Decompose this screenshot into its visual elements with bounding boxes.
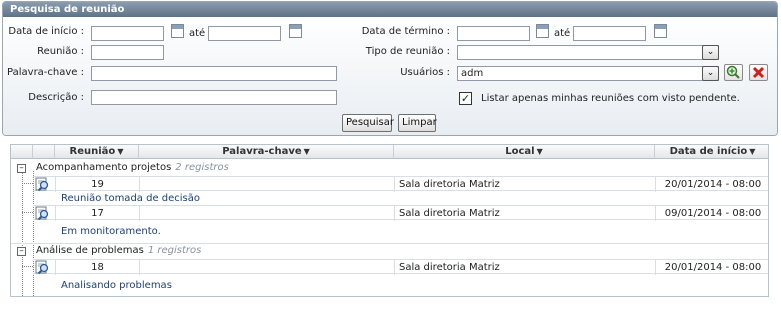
sort-down-icon: ▼ xyxy=(303,147,310,156)
ate-label: até xyxy=(189,28,206,39)
grid-header: Reunião ▼ Palavra-chave ▼ Local ▼ Data de i… xyxy=(11,145,768,159)
magnifier-plus-icon xyxy=(726,65,740,79)
cell-start-date: 20/01/2014 - 08:00 xyxy=(655,260,770,275)
column-header-start-date-label: Data de início xyxy=(669,146,748,157)
meeting-input[interactable] xyxy=(91,45,164,60)
group-count: 1 registros xyxy=(147,245,202,256)
row-description: Em monitoramento. xyxy=(61,226,161,237)
cell-keyword xyxy=(139,260,394,275)
cell-meeting-id: 18 xyxy=(55,260,139,275)
row-description: Reunião tomada de decisão xyxy=(61,193,201,204)
collapse-icon[interactable]: – xyxy=(17,164,26,173)
date-end-to-input[interactable] xyxy=(573,26,646,41)
header-spacer xyxy=(11,145,33,159)
results-grid: Reunião ▼ Palavra-chave ▼ Local ▼ Data de i… xyxy=(10,144,769,297)
tree-line xyxy=(22,171,23,296)
users-select[interactable]: adm ⌄ xyxy=(457,66,719,81)
ate-label: até xyxy=(554,28,571,39)
calendar-icon[interactable] xyxy=(536,24,549,38)
cell-keyword xyxy=(139,177,394,192)
date-start-from-input[interactable] xyxy=(91,26,164,41)
cell-location: Sala diretoria Matriz xyxy=(394,206,655,221)
cell-meeting-id: 19 xyxy=(55,177,139,192)
meeting-details-icon[interactable] xyxy=(35,206,50,221)
meeting-type-label: Tipo de reunião : xyxy=(365,46,450,57)
column-header-location-label: Local xyxy=(505,146,535,157)
group-name: Acompanhamento projetos xyxy=(36,162,172,173)
sort-down-icon: ▼ xyxy=(749,147,756,156)
tree-line xyxy=(22,183,33,184)
column-header-meeting[interactable]: Reunião ▼ xyxy=(55,145,139,159)
date-start-to-input[interactable] xyxy=(208,26,281,41)
cell-location: Sala diretoria Matriz xyxy=(394,177,655,192)
keyword-input[interactable] xyxy=(91,66,337,81)
group-title: Acompanhamento projetos 2 registros xyxy=(36,161,229,175)
search-panel-title: Pesquisa de reunião xyxy=(3,2,777,17)
add-user-icon[interactable] xyxy=(724,64,743,81)
column-header-location[interactable]: Local ▼ xyxy=(394,145,655,159)
date-end-from-input[interactable] xyxy=(457,26,530,41)
date-end-label: Data de término : xyxy=(361,26,450,37)
cell-location: Sala diretoria Matriz xyxy=(394,260,655,275)
header-icon-col xyxy=(33,145,55,159)
tree-line xyxy=(22,212,33,213)
group-row: – Acompanhamento projetos 2 registros xyxy=(11,161,768,175)
group-title: Análise de problemas 1 registros xyxy=(36,244,201,258)
table-row[interactable]: 18 Sala diretoria Matriz 20/01/2014 - 08… xyxy=(33,259,770,275)
pending-checkbox-label: Listar apenas minhas reuniões com visto … xyxy=(481,93,740,104)
column-header-keyword[interactable]: Palavra-chave ▼ xyxy=(139,145,394,159)
table-row[interactable]: 17 Sala diretoria Matriz 09/01/2014 - 08… xyxy=(33,205,770,221)
column-header-start-date[interactable]: Data de início ▼ xyxy=(655,145,770,159)
calendar-icon[interactable] xyxy=(654,24,667,38)
description-input[interactable] xyxy=(91,90,337,105)
keyword-label: Palavra-chave : xyxy=(7,67,84,78)
search-panel: Pesquisa de reunião Data de início : até… xyxy=(2,1,778,136)
clear-button[interactable]: Limpar xyxy=(398,114,437,132)
close-icon xyxy=(752,66,765,79)
meeting-details-icon[interactable] xyxy=(35,177,50,192)
table-row[interactable]: 19 Sala diretoria Matriz 20/01/2014 - 08… xyxy=(33,176,770,192)
chevron-down-icon[interactable]: ⌄ xyxy=(702,45,719,60)
group-count: 2 registros xyxy=(175,162,229,173)
users-label: Usuários : xyxy=(400,67,450,78)
row-description: Analisando problemas xyxy=(61,280,172,291)
group-row: – Análise de problemas 1 registros xyxy=(11,243,768,257)
search-button[interactable]: Pesquisar xyxy=(342,114,394,132)
chevron-down-icon[interactable]: ⌄ xyxy=(702,66,719,81)
users-value: adm xyxy=(461,68,484,79)
calendar-icon[interactable] xyxy=(289,24,302,38)
date-start-label: Data de início : xyxy=(8,26,84,37)
column-header-keyword-label: Palavra-chave xyxy=(222,146,302,157)
remove-icon[interactable] xyxy=(749,64,768,81)
tree-line xyxy=(22,266,33,267)
meeting-details-icon[interactable] xyxy=(35,260,50,275)
calendar-icon[interactable] xyxy=(171,24,184,38)
column-header-meeting-label: Reunião xyxy=(69,146,116,157)
meeting-type-select[interactable]: ⌄ xyxy=(457,45,719,60)
search-form: Data de início : até Data de término : a… xyxy=(3,17,777,135)
collapse-icon[interactable]: – xyxy=(17,247,26,256)
pending-checkbox[interactable]: ✓ xyxy=(459,92,472,105)
sort-down-icon: ▼ xyxy=(117,147,124,156)
description-label: Descrição : xyxy=(28,92,84,103)
cell-start-date: 09/01/2014 - 08:00 xyxy=(655,206,770,221)
cell-keyword xyxy=(139,206,394,221)
group-name: Análise de problemas xyxy=(36,245,144,256)
meeting-label: Reunião : xyxy=(37,46,84,57)
cell-meeting-id: 17 xyxy=(55,206,139,221)
cell-start-date: 20/01/2014 - 08:00 xyxy=(655,177,770,192)
sort-down-icon: ▼ xyxy=(536,147,543,156)
